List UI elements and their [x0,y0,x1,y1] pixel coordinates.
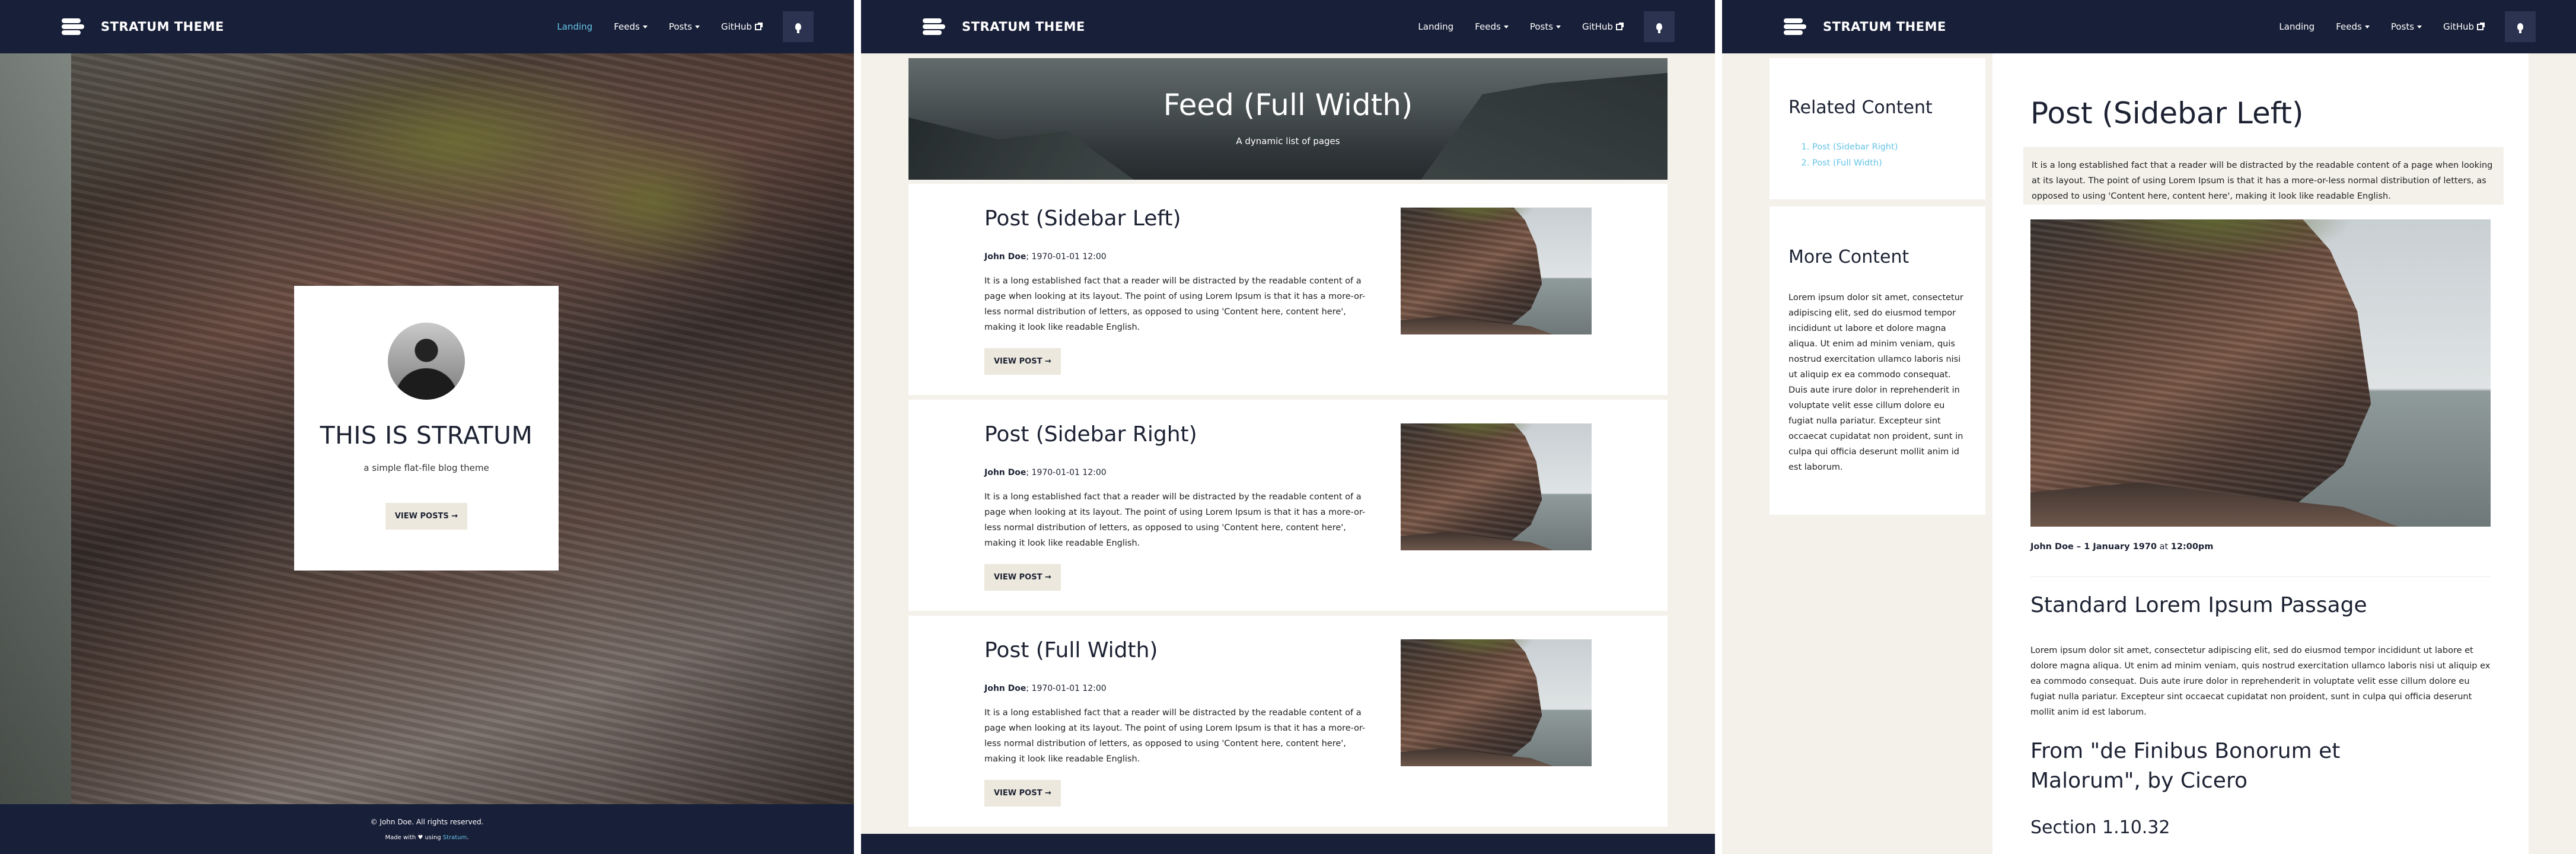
more-content-widget: More Content Lorem ipsum dolor sit amet,… [1770,206,1985,515]
view-post-button[interactable]: VIEW POST → [984,564,1061,591]
divider [2030,576,2491,577]
nav-item-posts[interactable]: Posts [1530,21,1561,32]
nav-menu: Landing Feeds Posts GitHub [2279,0,2576,53]
brand-title[interactable]: STRATUM THEME [101,20,224,34]
intro-card: THIS IS STRATUM a simple flat-file blog … [294,286,559,571]
avatar [388,323,465,400]
related-content-widget: Related Content Post (Sidebar Right) Pos… [1770,58,1985,199]
brand-title[interactable]: STRATUM THEME [962,20,1085,34]
chevron-down-icon [642,25,648,28]
lightbulb-icon [795,23,801,33]
lightbulb-icon [1656,23,1662,33]
post-title: Post (Sidebar Left) [2030,96,2304,130]
feed-banner: Feed (Full Width) A dynamic list of page… [908,58,1668,180]
feed-post-card: Post (Full Width) John Doe; 1970-01-01 1… [908,616,1668,827]
stratum-logo-icon[interactable] [1781,13,1809,40]
navbar: STRATUM THEME Landing Feeds Posts GitHub [1722,0,2576,53]
related-links-list: Post (Sidebar Right) Post (Full Width) [1812,139,1985,171]
view-posts-button[interactable]: VIEW POSTS → [385,503,468,530]
post-meta: John Doe; 1970-01-01 12:00 [984,252,1107,262]
section-paragraph: Lorem ipsum dolor sit amet, consectetur … [2030,646,2491,717]
external-link-icon [755,22,763,30]
external-link-icon [1616,22,1624,30]
brand-title[interactable]: STRATUM THEME [1823,20,1946,34]
more-content-title: More Content [1788,247,1909,267]
chevron-down-icon [1556,25,1561,28]
nav-item-feeds[interactable]: Feeds [614,21,648,32]
nav-item-landing[interactable]: Landing [2279,21,2314,32]
related-content-title: Related Content [1788,97,1933,118]
nav-item-github[interactable]: GitHub [721,21,763,32]
stratum-link[interactable]: Stratum [443,834,467,841]
view-post-button[interactable]: VIEW POST → [984,780,1061,807]
post-excerpt: It is a long established fact that a rea… [984,276,1366,332]
related-link[interactable]: Post (Sidebar Right) [1812,139,1985,155]
theme-toggle-button[interactable] [2505,11,2536,42]
more-content-text: Lorem ipsum dolor sit amet, consectetur … [1788,293,1963,472]
divider [1715,0,1722,854]
post-thumbnail[interactable] [1401,208,1592,334]
nav-item-landing[interactable]: Landing [1418,21,1453,32]
post-hero-image [2030,219,2491,527]
navbar: STRATUM THEME Landing Feeds Posts GitHub [861,0,1715,53]
related-link[interactable]: Post (Full Width) [1812,155,1985,171]
chevron-down-icon [1503,25,1509,28]
nav-item-posts[interactable]: Posts [669,21,700,32]
subsection-heading: Section 1.10.32 [2030,817,2170,838]
external-link-icon [2477,22,2485,30]
stratum-logo-icon[interactable] [920,13,948,40]
stratum-logo-icon[interactable] [59,13,87,40]
landing-screen: STRATUM THEME Landing Feeds Posts GitHub… [0,0,854,854]
navbar: STRATUM THEME Landing Feeds Posts GitHub [0,0,854,53]
heart-icon: ♥ [417,834,423,841]
nav-item-github[interactable]: GitHub [1582,21,1624,32]
nav-item-landing[interactable]: Landing [557,21,592,32]
post-excerpt: It is a long established fact that a rea… [984,708,1366,764]
copyright-text: © John Doe. All rights reserved. [370,818,484,826]
nav-item-feeds[interactable]: Feeds [2336,21,2370,32]
post-excerpt: It is a long established fact that a rea… [984,492,1366,548]
chevron-down-icon [695,25,700,28]
feed-screen: STRATUM THEME Landing Feeds Posts GitHub… [861,0,1715,854]
view-post-button[interactable]: VIEW POST → [984,348,1061,375]
footer [861,834,1715,854]
post-summary: It is a long established fact that a rea… [2023,147,2504,205]
feed-post-card: Post (Sidebar Right) John Doe; 1970-01-0… [908,400,1668,611]
footer: © John Doe. All rights reserved. Made wi… [0,804,854,854]
nav-menu: Landing Feeds Posts GitHub [1418,0,1715,53]
feed-post-card: Post (Sidebar Left) John Doe; 1970-01-01… [908,184,1668,395]
theme-toggle-button[interactable] [783,11,814,42]
section-heading: From "de Finibus Bonorum et Malorum", by… [2030,739,2341,793]
landing-subtitle: a simple flat-file blog theme [364,463,489,473]
chevron-down-icon [2364,25,2370,28]
made-with-text: Made with ♥ using Stratum. [385,834,469,841]
chevron-down-icon [2417,25,2422,28]
divider [854,0,861,854]
post-thumbnail[interactable] [1401,423,1592,550]
post-title[interactable]: Post (Sidebar Left) [984,206,1376,231]
post-screen: STRATUM THEME Landing Feeds Posts GitHub… [1722,0,2576,854]
post-thumbnail[interactable] [1401,639,1592,766]
nav-item-github[interactable]: GitHub [2443,21,2485,32]
post-meta: John Doe; 1970-01-01 12:00 [984,684,1107,693]
post-meta: John Doe; 1970-01-01 12:00 [984,468,1107,477]
feed-title: Feed (Full Width) [1163,88,1413,122]
nav-item-feeds[interactable]: Feeds [1475,21,1509,32]
post-byline: John Doe – 1 January 1970 at 12:00pm [2030,542,2214,552]
theme-toggle-button[interactable] [1644,11,1675,42]
post-article: Post (Sidebar Left) It is a long establi… [1992,53,2529,854]
post-title[interactable]: Post (Full Width) [984,638,1376,662]
lightbulb-icon [2517,23,2523,33]
section-heading: Standard Lorem Ipsum Passage [2030,593,2367,617]
feed-description: A dynamic list of pages [1236,136,1340,146]
nav-item-posts[interactable]: Posts [2391,21,2422,32]
landing-title: THIS IS STRATUM [320,421,533,450]
post-title[interactable]: Post (Sidebar Right) [984,422,1376,447]
nav-menu: Landing Feeds Posts GitHub [557,0,854,53]
